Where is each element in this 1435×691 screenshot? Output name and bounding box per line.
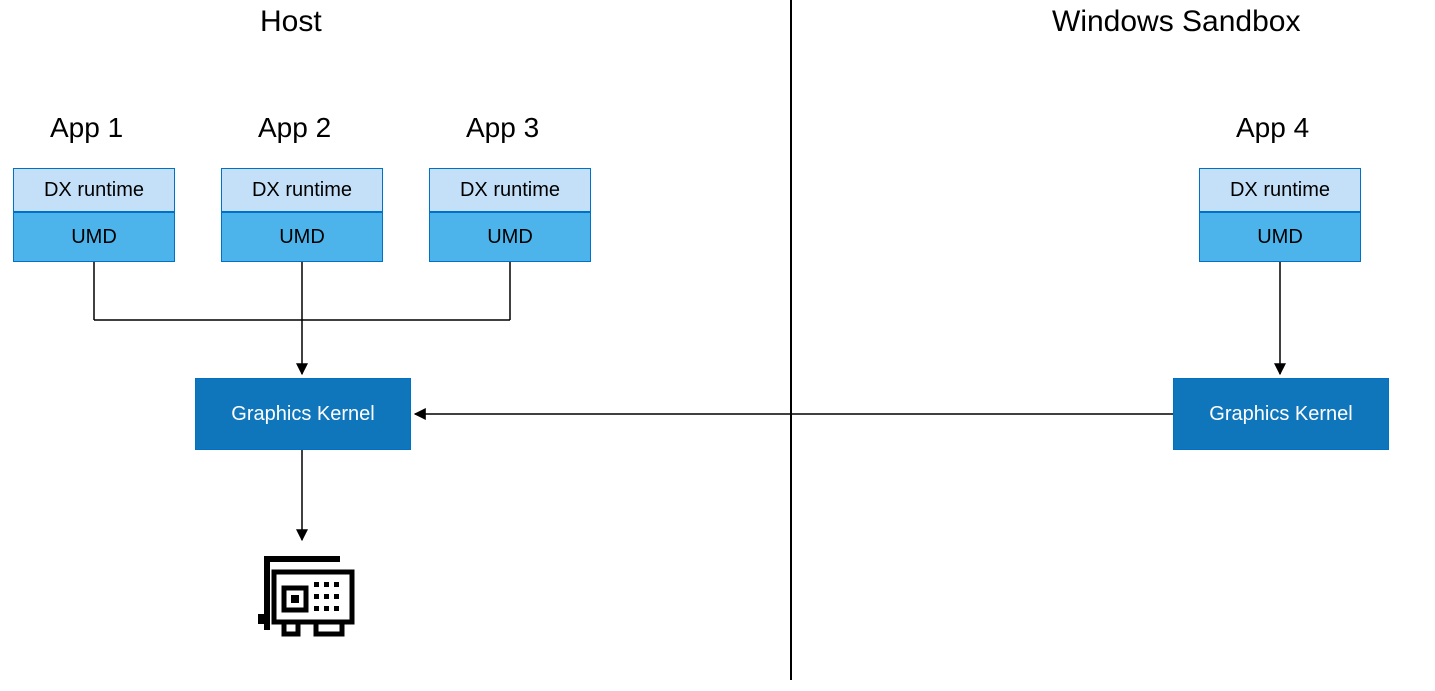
app3-title: App 3	[466, 112, 539, 144]
umd-label: UMD	[1257, 226, 1303, 249]
connector-lines	[0, 0, 1435, 691]
host-title: Host	[260, 5, 322, 39]
host-kernel-box: Graphics Kernel	[195, 378, 411, 450]
gpu-hardware-icon	[256, 550, 356, 655]
dx-label: DX runtime	[252, 179, 352, 202]
sandbox-kernel-box: Graphics Kernel	[1173, 378, 1389, 450]
umd-label: UMD	[71, 226, 117, 249]
app3-umd-box: UMD	[429, 212, 591, 262]
umd-label: UMD	[487, 226, 533, 249]
dx-label: DX runtime	[460, 179, 560, 202]
app1-title: App 1	[50, 112, 123, 144]
kernel-label: Graphics Kernel	[1209, 403, 1352, 426]
app4-dx-box: DX runtime	[1199, 168, 1361, 212]
dx-label: DX runtime	[44, 179, 144, 202]
app1-dx-box: DX runtime	[13, 168, 175, 212]
app4-umd-box: UMD	[1199, 212, 1361, 262]
app2-umd-box: UMD	[221, 212, 383, 262]
kernel-label: Graphics Kernel	[231, 403, 374, 426]
app2-dx-box: DX runtime	[221, 168, 383, 212]
app2-title: App 2	[258, 112, 331, 144]
app4-title: App 4	[1236, 112, 1309, 144]
umd-label: UMD	[279, 226, 325, 249]
vertical-divider	[790, 0, 792, 680]
app3-dx-box: DX runtime	[429, 168, 591, 212]
diagram-canvas: Host Windows Sandbox App 1 DX runtime UM…	[0, 0, 1435, 691]
sandbox-title: Windows Sandbox	[1052, 5, 1300, 39]
app1-umd-box: UMD	[13, 212, 175, 262]
dx-label: DX runtime	[1230, 179, 1330, 202]
